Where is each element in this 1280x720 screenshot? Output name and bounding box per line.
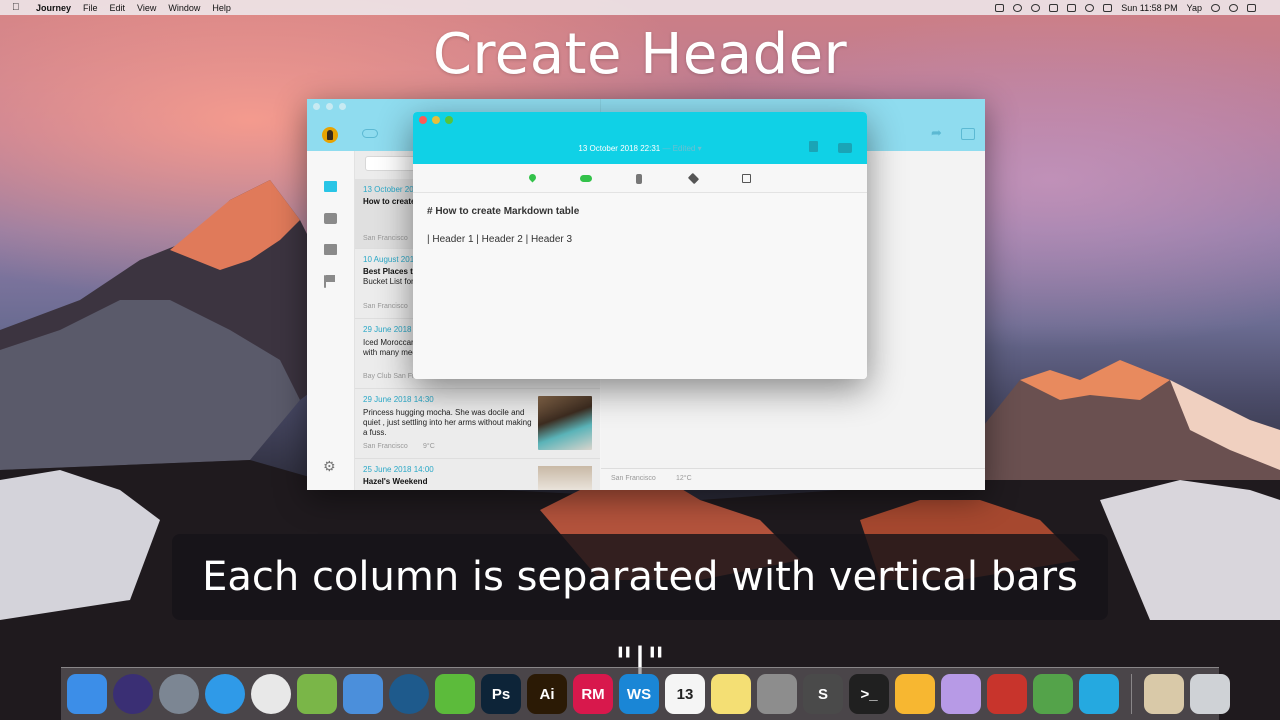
dock-safari-icon[interactable] <box>205 674 245 714</box>
apple-menu-icon[interactable]:  <box>12 2 26 13</box>
markdown-table-header-line[interactable]: | Header 1 | Header 2 | Header 3 <box>427 234 572 245</box>
dock-sketch-icon[interactable] <box>895 674 935 714</box>
detail-temperature: 12°C <box>676 475 692 482</box>
entry-location: San Francisco <box>363 303 408 310</box>
window-zoom-button[interactable] <box>339 103 346 110</box>
spotlight-search-icon[interactable] <box>1211 3 1220 12</box>
list-item[interactable]: 25 June 2018 14:00 Hazel's Weekend <box>355 459 600 490</box>
markdown-heading-line[interactable]: # How to create Markdown table <box>427 206 579 217</box>
volume-icon[interactable] <box>1103 3 1113 12</box>
editor-date-text: 13 October 2018 22:31 <box>578 144 661 153</box>
dock-siri-icon[interactable] <box>113 674 153 714</box>
status-icon[interactable] <box>1031 3 1041 12</box>
video-caption: Each column is separated with vertical b… <box>172 534 1108 686</box>
sync-icon[interactable] <box>1013 3 1023 12</box>
entry-photo-thumbnail <box>538 396 592 450</box>
dock-rubymine-icon[interactable]: RM <box>573 674 613 714</box>
markdown-editor[interactable]: # How to create Markdown table | Header … <box>413 193 867 379</box>
screen-record-icon[interactable] <box>995 3 1005 12</box>
dock-launchpad-icon[interactable] <box>159 674 199 714</box>
dock-webstorm-icon[interactable]: WS <box>619 674 659 714</box>
window-minimize-button[interactable] <box>326 103 333 110</box>
dock-xcode-icon[interactable] <box>343 674 383 714</box>
sidebar-rail: ⚙ <box>307 151 355 490</box>
editor-minimize-button[interactable] <box>432 116 440 124</box>
dock-photoshop-icon[interactable]: Ps <box>481 674 521 714</box>
menu-bar:  Journey File Edit View Window Help Sun… <box>0 0 1280 15</box>
entry-date: 29 June 2018 14:30 <box>363 395 434 404</box>
menu-file[interactable]: File <box>83 3 98 13</box>
entry-temperature: 9°C <box>423 443 435 450</box>
detail-location: San Francisco <box>611 475 656 482</box>
entry-date: 25 June 2018 14:00 <box>363 465 434 474</box>
share-icon[interactable] <box>931 125 945 141</box>
menu-edit[interactable]: Edit <box>110 3 126 13</box>
activity-icon[interactable] <box>636 174 642 184</box>
dock-fullscreen-icon[interactable] <box>1079 674 1119 714</box>
tag-icon[interactable] <box>687 172 700 185</box>
editor-date-dropdown[interactable]: 13 October 2018 22:31 — Edited ▾ <box>413 144 867 153</box>
cloud-sync-icon[interactable] <box>362 129 378 138</box>
bluetooth-icon[interactable] <box>1067 3 1077 12</box>
dock-parallels-icon[interactable] <box>987 674 1027 714</box>
editor-metadata-toolbar <box>413 164 867 193</box>
camera-icon[interactable] <box>838 143 852 153</box>
dock-evernote-icon[interactable] <box>435 674 475 714</box>
menu-window[interactable]: Window <box>168 3 200 13</box>
dock-archive-icon[interactable] <box>1144 674 1184 714</box>
wifi-icon[interactable] <box>1085 3 1095 12</box>
entry-title: Hazel's Weekend <box>363 477 428 486</box>
dock-illustrator-icon[interactable]: Ai <box>527 674 567 714</box>
dock-sourcetree-icon[interactable] <box>389 674 429 714</box>
editor-edited-status: — Edited ▾ <box>660 144 702 153</box>
calendar-icon[interactable] <box>324 244 337 255</box>
dock-affinity-icon[interactable] <box>941 674 981 714</box>
dock-system-preferences-icon[interactable] <box>757 674 797 714</box>
entry-date: 10 August 2018 <box>363 255 419 264</box>
editor-zoom-button[interactable] <box>445 116 453 124</box>
entry-detail-footer: San Francisco 12°C <box>601 468 985 490</box>
entry-date: 29 June 2018 <box>363 325 412 334</box>
weather-cloud-icon[interactable] <box>580 175 592 182</box>
window-close-button[interactable] <box>313 103 320 110</box>
list-item[interactable]: 29 June 2018 14:30 Princess hugging moch… <box>355 389 600 459</box>
dock-android-studio-icon[interactable] <box>297 674 337 714</box>
notification-center-icon[interactable] <box>1247 3 1256 12</box>
location-pin-icon[interactable] <box>527 172 538 183</box>
trash-icon[interactable] <box>809 141 818 152</box>
menu-clock[interactable]: Sun 11:58 PM <box>1121 3 1177 13</box>
menu-view[interactable]: View <box>137 3 156 13</box>
dock: Ps Ai RM WS 13 S >_ <box>61 667 1230 720</box>
settings-gear-icon[interactable]: ⚙ <box>323 458 336 475</box>
flag-icon[interactable] <box>324 275 335 288</box>
dock-finder-icon[interactable] <box>67 674 107 714</box>
dock-terminal-icon[interactable]: >_ <box>849 674 889 714</box>
entry-snippet: Princess hugging mocha. She was docile a… <box>363 408 532 437</box>
editor-header: 13 October 2018 22:31 — Edited ▾ <box>413 112 867 164</box>
dock-trash-icon[interactable] <box>1190 674 1230 714</box>
calendar-icon[interactable] <box>742 174 751 183</box>
entry-location: San Francisco <box>363 443 408 450</box>
journal-timeline-icon[interactable] <box>324 181 337 192</box>
user-avatar[interactable] <box>322 127 338 143</box>
menu-user[interactable]: Yap <box>1187 3 1202 13</box>
drive-icon[interactable] <box>1049 3 1059 12</box>
dock-calendar-icon[interactable]: 13 <box>665 674 705 714</box>
dock-chrome-icon[interactable] <box>251 674 291 714</box>
siri-icon[interactable] <box>1229 3 1238 12</box>
entry-photo-thumbnail <box>538 466 592 490</box>
dock-paw-icon[interactable] <box>1033 674 1073 714</box>
entry-location: San Francisco <box>363 235 408 242</box>
menu-app-name[interactable]: Journey <box>36 3 71 13</box>
entry-editor-window: 13 October 2018 22:31 — Edited ▾ # How t… <box>413 112 867 379</box>
video-title-overlay: Create Header <box>432 22 848 87</box>
menu-help[interactable]: Help <box>212 3 231 13</box>
dock-sublime-text-icon[interactable]: S <box>803 674 843 714</box>
photos-icon[interactable] <box>324 213 337 224</box>
compose-icon[interactable] <box>961 128 975 140</box>
dock-separator <box>1131 674 1132 714</box>
dock-notes-icon[interactable] <box>711 674 751 714</box>
editor-close-button[interactable] <box>419 116 427 124</box>
